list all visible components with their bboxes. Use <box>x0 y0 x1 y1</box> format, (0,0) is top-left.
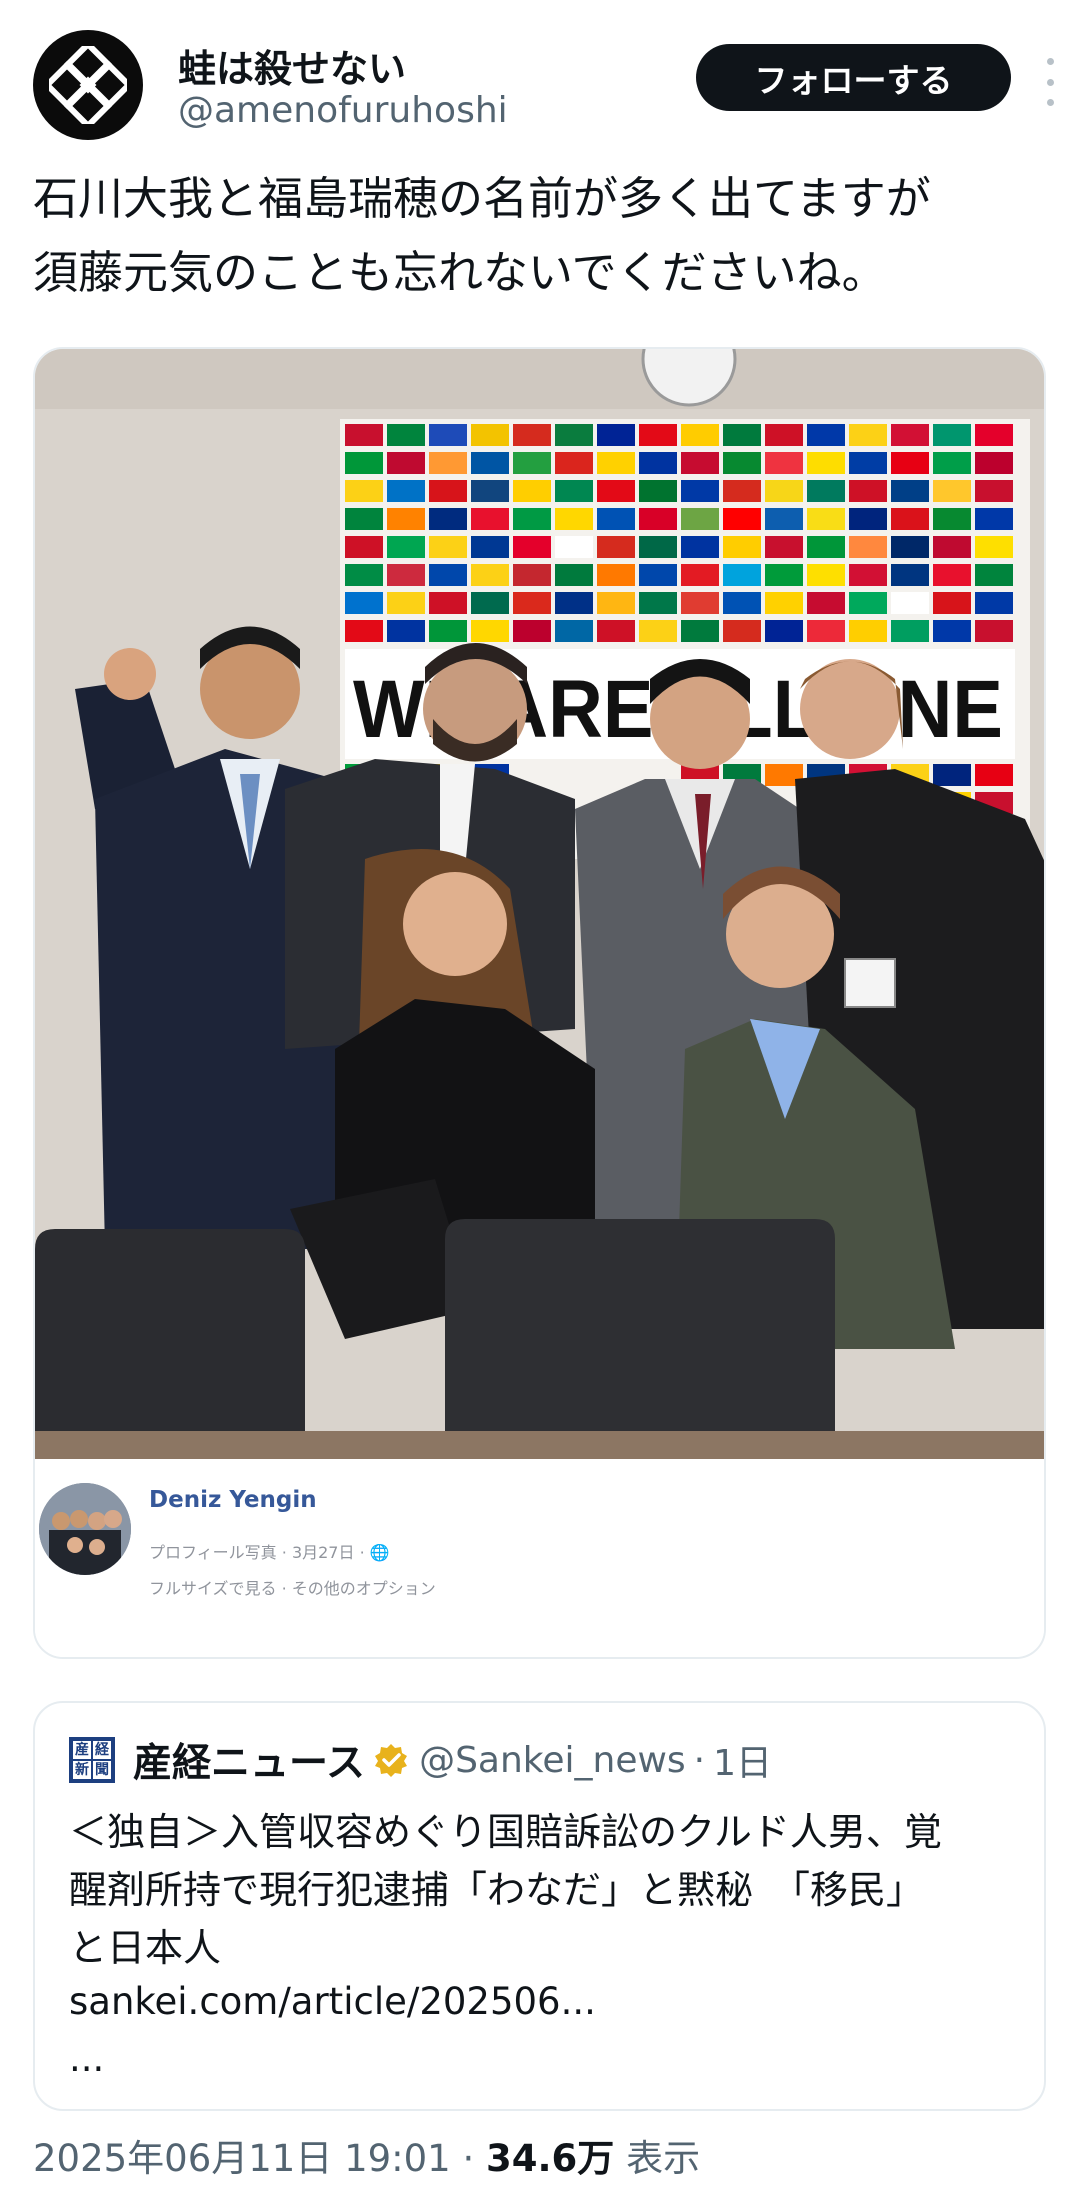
facebook-avatar-image <box>39 1483 131 1575</box>
quoted-tweet-text: ＜独自＞入管収容めぐり国賠訴訟のクルド人男、覚 醒剤所持で現行犯逮捕「わなだ」と… <box>69 1803 1029 1977</box>
quoted-text-line: ＜独自＞入管収容めぐり国賠訴訟のクルド人男、覚 <box>69 1810 942 1854</box>
more-dot <box>1046 78 1054 86</box>
tweet-page: 蛙は殺せない @amenofuruhoshi フォローする 石川大我と福島瑞穂の… <box>0 0 1080 2199</box>
separator-dot: · <box>693 1739 706 1781</box>
follow-button[interactable]: フォローする <box>696 44 1011 111</box>
quoted-text-line: 醒剤所持で現行犯逮捕「わなだ」と黙秘 「移民」 <box>69 1868 925 1912</box>
tweet-header: 蛙は殺せない @amenofuruhoshi フォローする <box>33 30 1060 145</box>
more-dot <box>1046 58 1054 65</box>
view-count: 34.6万 <box>486 2137 615 2180</box>
tweet-media[interactable]: WE ARE ALL ONE <box>33 347 1046 1659</box>
author-handle[interactable]: @amenofuruhoshi <box>178 90 508 131</box>
tweet-text: 石川大我と福島瑞穂の名前が多く出てますが 須藤元気のことも忘れないでくださいね。 <box>33 172 931 299</box>
logo-char: 産 <box>73 1741 91 1759</box>
quoted-author-handle[interactable]: @Sankei_news <box>419 1740 686 1781</box>
logo-char: 新 <box>73 1761 91 1779</box>
quoted-timestamp[interactable]: 1日 <box>713 1734 772 1786</box>
tweet-datetime[interactable]: 2025年06月11日 19:01 <box>33 2137 451 2180</box>
logo-char: 聞 <box>93 1761 111 1779</box>
facebook-photo-caption: Deniz Yengin プロフィール写真 · 3月27日 · 🌐 フルサイズで… <box>35 1459 1044 1657</box>
group-photo[interactable]: WE ARE ALL ONE <box>35 349 1046 1459</box>
quoted-tweet-header: 産 経 新 聞 産経ニュース @Sankei_news · 1日 <box>69 1732 772 1788</box>
more-dot <box>1046 99 1054 106</box>
verified-badge-icon <box>375 1744 408 1777</box>
facebook-photo-meta: プロフィール写真 · 3月27日 · 🌐 <box>149 1543 390 1562</box>
tweet-footer: 2025年06月11日 19:01 · 34.6万 表示 <box>33 2128 700 2182</box>
author-avatar[interactable] <box>33 30 143 140</box>
more-vertical-icon[interactable] <box>1040 52 1060 112</box>
logo-char: 経 <box>93 1741 111 1759</box>
footer-separator: · <box>450 2137 487 2180</box>
quoted-text-line: と日本人 <box>69 1926 222 1970</box>
quoted-tweet-link[interactable]: sankei.com/article/202506... <box>69 1980 596 2023</box>
facebook-photo-options: フルサイズで見る · その他のオプション <box>149 1579 436 1598</box>
quoted-author-name[interactable]: 産経ニュース <box>133 1732 365 1788</box>
sankei-logo-icon: 産 経 新 聞 <box>69 1737 115 1783</box>
knot-emblem-icon <box>49 46 127 124</box>
quoted-tweet[interactable]: 産 経 新 聞 産経ニュース @Sankei_news · 1日 ＜独自＞入管収… <box>33 1701 1046 2111</box>
view-label: 表示 <box>614 2137 701 2180</box>
facebook-user-name[interactable]: Deniz Yengin <box>149 1487 317 1513</box>
facebook-avatar[interactable] <box>39 1483 131 1575</box>
quoted-tweet-ellipsis: ... <box>69 2037 105 2080</box>
author-name[interactable]: 蛙は殺せない <box>178 38 406 93</box>
